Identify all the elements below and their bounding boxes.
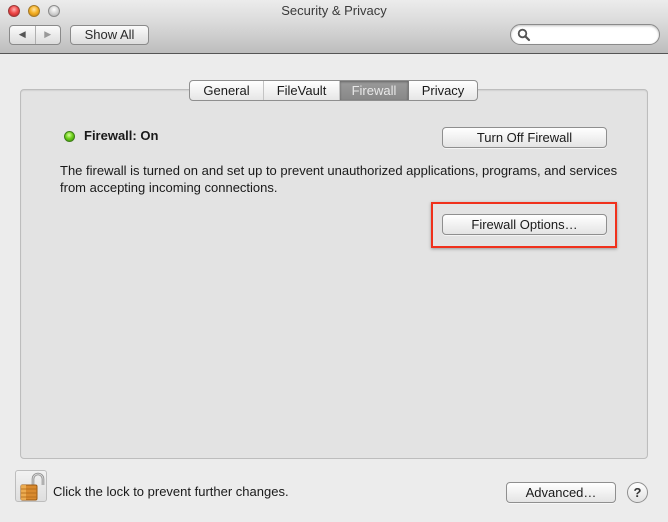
back-arrow-icon: ◀ <box>18 30 26 40</box>
lock-button[interactable] <box>15 470 47 502</box>
tab-privacy[interactable]: Privacy <box>409 81 477 100</box>
turn-off-firewall-button[interactable]: Turn Off Firewall <box>442 127 607 148</box>
forward-button[interactable]: ▶ <box>36 26 61 44</box>
tab-filevault[interactable]: FileVault <box>264 81 340 100</box>
search-field[interactable] <box>510 24 660 45</box>
preference-tabs: General FileVault Firewall Privacy <box>189 80 478 101</box>
unlocked-padlock-icon <box>20 472 45 501</box>
firewall-status-indicator-icon <box>64 131 75 142</box>
forward-arrow-icon: ▶ <box>44 30 52 40</box>
back-forward-control: ◀ ▶ <box>9 25 61 45</box>
firewall-status-label: Firewall: On <box>84 128 159 143</box>
advanced-button[interactable]: Advanced… <box>506 482 616 503</box>
tab-general[interactable]: General <box>190 81 264 100</box>
search-icon <box>517 28 531 42</box>
show-all-button[interactable]: Show All <box>70 25 149 45</box>
question-mark-icon: ? <box>633 485 642 500</box>
tab-firewall[interactable]: Firewall <box>340 81 409 100</box>
search-input[interactable] <box>533 26 653 43</box>
window-titlebar: Security & Privacy ◀ ▶ Show All <box>0 0 668 54</box>
window-title: Security & Privacy <box>281 3 387 18</box>
back-button[interactable]: ◀ <box>10 26 36 44</box>
firewall-description: The firewall is turned on and set up to … <box>60 163 618 195</box>
lock-instruction-text: Click the lock to prevent further change… <box>53 484 289 499</box>
help-button[interactable]: ? <box>627 482 648 503</box>
firewall-options-button[interactable]: Firewall Options… <box>442 214 607 235</box>
